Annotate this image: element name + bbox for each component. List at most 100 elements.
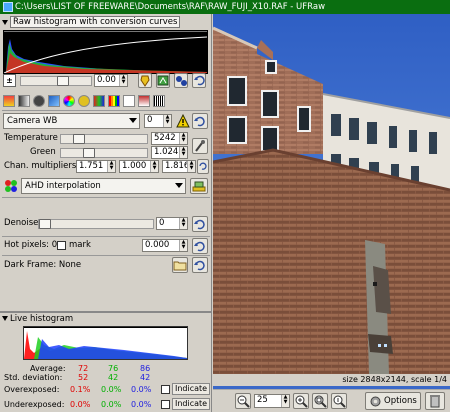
temperature-slider[interactable]: [60, 134, 148, 144]
overexposed-blue: 0.0%: [131, 385, 152, 394]
control-panel: Raw histogram with conversion curves ± 0…: [0, 14, 212, 412]
gear-icon: [370, 396, 381, 407]
multiplier-blue-input[interactable]: 1.816 ▲ ▼: [162, 160, 196, 173]
wb-reset-icon[interactable]: [192, 113, 208, 129]
tab-color-bars-icon[interactable]: [108, 95, 120, 107]
underexposed-blue: 0.0%: [131, 400, 152, 409]
live-histogram-title: Live histogram: [10, 314, 74, 324]
multiplier-green-spin-arrows[interactable]: ▲ ▼: [150, 161, 158, 172]
green-slider[interactable]: [60, 148, 148, 158]
multiplier-blue-spin-arrows[interactable]: ▲ ▼: [187, 161, 195, 172]
multiplier-green-input[interactable]: 1.000 ▲ ▼: [119, 160, 159, 173]
tab-base-curve-icon[interactable]: [48, 95, 60, 107]
std-red: 52: [78, 373, 89, 382]
tab-grayscale-icon[interactable]: [18, 95, 30, 107]
hot-pixels-label: Hot pixels: 0: [4, 240, 58, 250]
exposure-input[interactable]: 0.00 ▲ ▼: [94, 74, 128, 87]
exposure-slider-knob[interactable]: [57, 76, 69, 86]
zoom-fit-icon[interactable]: [312, 393, 328, 409]
std-green: 42: [108, 373, 119, 382]
denoise-label: Denoise: [4, 218, 39, 228]
denoise-reset-icon[interactable]: [192, 216, 208, 232]
tab-exif-icon[interactable]: [153, 95, 165, 107]
zoom-input[interactable]: 25 ▲ ▼: [254, 394, 290, 408]
mark-checkbox[interactable]: [57, 241, 66, 250]
hot-pixels-reset-icon[interactable]: [192, 238, 208, 254]
interpolation-divider: [2, 197, 210, 198]
underexposed-indicate-checkbox[interactable]: [161, 400, 170, 409]
raw-histogram-plot: [4, 31, 207, 73]
hot-pixels-spin-arrows[interactable]: ▲ ▼: [179, 240, 187, 251]
overexposed-red: 0.1%: [70, 385, 91, 394]
zoom-100-icon[interactable]: [331, 393, 347, 409]
image-size-status: size 2848x2144, scale 1/4: [213, 374, 450, 386]
denoise-input[interactable]: 0 ▲ ▼: [156, 217, 188, 230]
denoise-slider[interactable]: [38, 219, 154, 229]
open-folder-icon[interactable]: [172, 257, 188, 273]
auto-exposure-icon[interactable]: [156, 73, 170, 88]
collapse-arrow-icon: [2, 316, 8, 321]
zoom-out-icon[interactable]: [235, 393, 251, 409]
overexposed-indicate-button[interactable]: Indicate: [172, 383, 211, 395]
hot-pixels-input[interactable]: 0.000 ▲ ▼: [142, 239, 188, 252]
green-input[interactable]: 1.024 ▲ ▼: [151, 146, 188, 159]
wb-fine-tune-input[interactable]: 0 ▲ ▼: [144, 114, 172, 128]
temperature-input[interactable]: 5242 ▲ ▼: [151, 132, 188, 145]
tab-color-management-icon[interactable]: [63, 95, 75, 107]
tab-save-icon[interactable]: [138, 95, 150, 107]
underexposed-red: 0.0%: [70, 400, 91, 409]
green-slider-knob[interactable]: [83, 148, 95, 158]
zoom-spin-arrows[interactable]: ▲ ▼: [281, 395, 289, 407]
window-titlebar: C:\Users\LIST OF FREEWARE\Documents\RAF\…: [0, 0, 450, 14]
tab-lens-icon[interactable]: [33, 95, 45, 107]
chevron-down-icon: [175, 183, 183, 188]
collapse-arrow-icon: [2, 20, 8, 25]
tab-saturation-icon[interactable]: [93, 95, 105, 107]
zoom-in-icon[interactable]: [293, 393, 309, 409]
underexposed-indicate-button[interactable]: Indicate: [172, 398, 211, 410]
multiplier-red-input[interactable]: 1.751 ▲ ▼: [76, 160, 116, 173]
overexposed-label: Overexposed:: [4, 385, 60, 394]
dark-frame-label: Dark Frame: None: [4, 260, 82, 270]
temperature-spin-arrows[interactable]: ▲ ▼: [179, 133, 187, 144]
exposure-slider[interactable]: [20, 76, 92, 86]
denoise-spin-arrows[interactable]: ▲ ▼: [179, 218, 187, 229]
mark-label: mark: [69, 240, 91, 250]
options-button[interactable]: Options: [365, 392, 421, 410]
multiplier-red-spin-arrows[interactable]: ▲ ▼: [107, 161, 115, 172]
live-histogram: [23, 326, 188, 360]
reset-icon[interactable]: [192, 73, 206, 88]
tab-exposure-icon[interactable]: [78, 95, 90, 107]
settings-icon[interactable]: [174, 73, 188, 88]
denoise-slider-knob[interactable]: [39, 219, 51, 229]
raw-histogram-title: Raw histogram with conversion curves: [10, 16, 181, 28]
green-spin-arrows[interactable]: ▲ ▼: [179, 147, 187, 158]
white-balance-preset-select[interactable]: Camera WB: [3, 113, 140, 129]
tab-crop-icon[interactable]: [123, 95, 135, 107]
chevron-down-icon: [129, 118, 137, 123]
delete-icon[interactable]: [425, 392, 445, 410]
interpolation-select[interactable]: AHD interpolation: [21, 178, 186, 194]
preview-photo: [213, 14, 450, 374]
multipliers-reset-icon[interactable]: [197, 159, 209, 174]
bottom-toolbar: 25 ▲ ▼ Options: [213, 389, 450, 412]
multipliers-label: Chan. multipliers: [4, 161, 77, 171]
dark-frame-reset-icon[interactable]: [192, 257, 208, 273]
smoothing-icon[interactable]: [190, 178, 208, 194]
hot-pixels-divider: [2, 255, 210, 256]
picker-icon[interactable]: [192, 138, 208, 154]
image-preview[interactable]: [213, 14, 450, 389]
underexposed-green: 0.0%: [101, 400, 122, 409]
green-label: Green: [30, 147, 56, 157]
temperature-slider-knob[interactable]: [73, 134, 85, 144]
auto-adjust-icon[interactable]: [138, 73, 152, 88]
exposure-spin-arrows[interactable]: ▲ ▼: [119, 75, 127, 86]
wb-fine-tune-spin-arrows[interactable]: ▲ ▼: [163, 115, 171, 127]
bayer-pattern-icon: [4, 179, 18, 193]
tabs-divider: [2, 110, 210, 111]
tab-white-balance-icon[interactable]: [3, 95, 15, 107]
live-histogram-header[interactable]: Live histogram: [2, 314, 73, 325]
exposure-icon: ±: [3, 74, 16, 87]
raw-histogram-header[interactable]: Raw histogram with conversion curves: [2, 16, 181, 28]
overexposed-indicate-checkbox[interactable]: [161, 385, 170, 394]
